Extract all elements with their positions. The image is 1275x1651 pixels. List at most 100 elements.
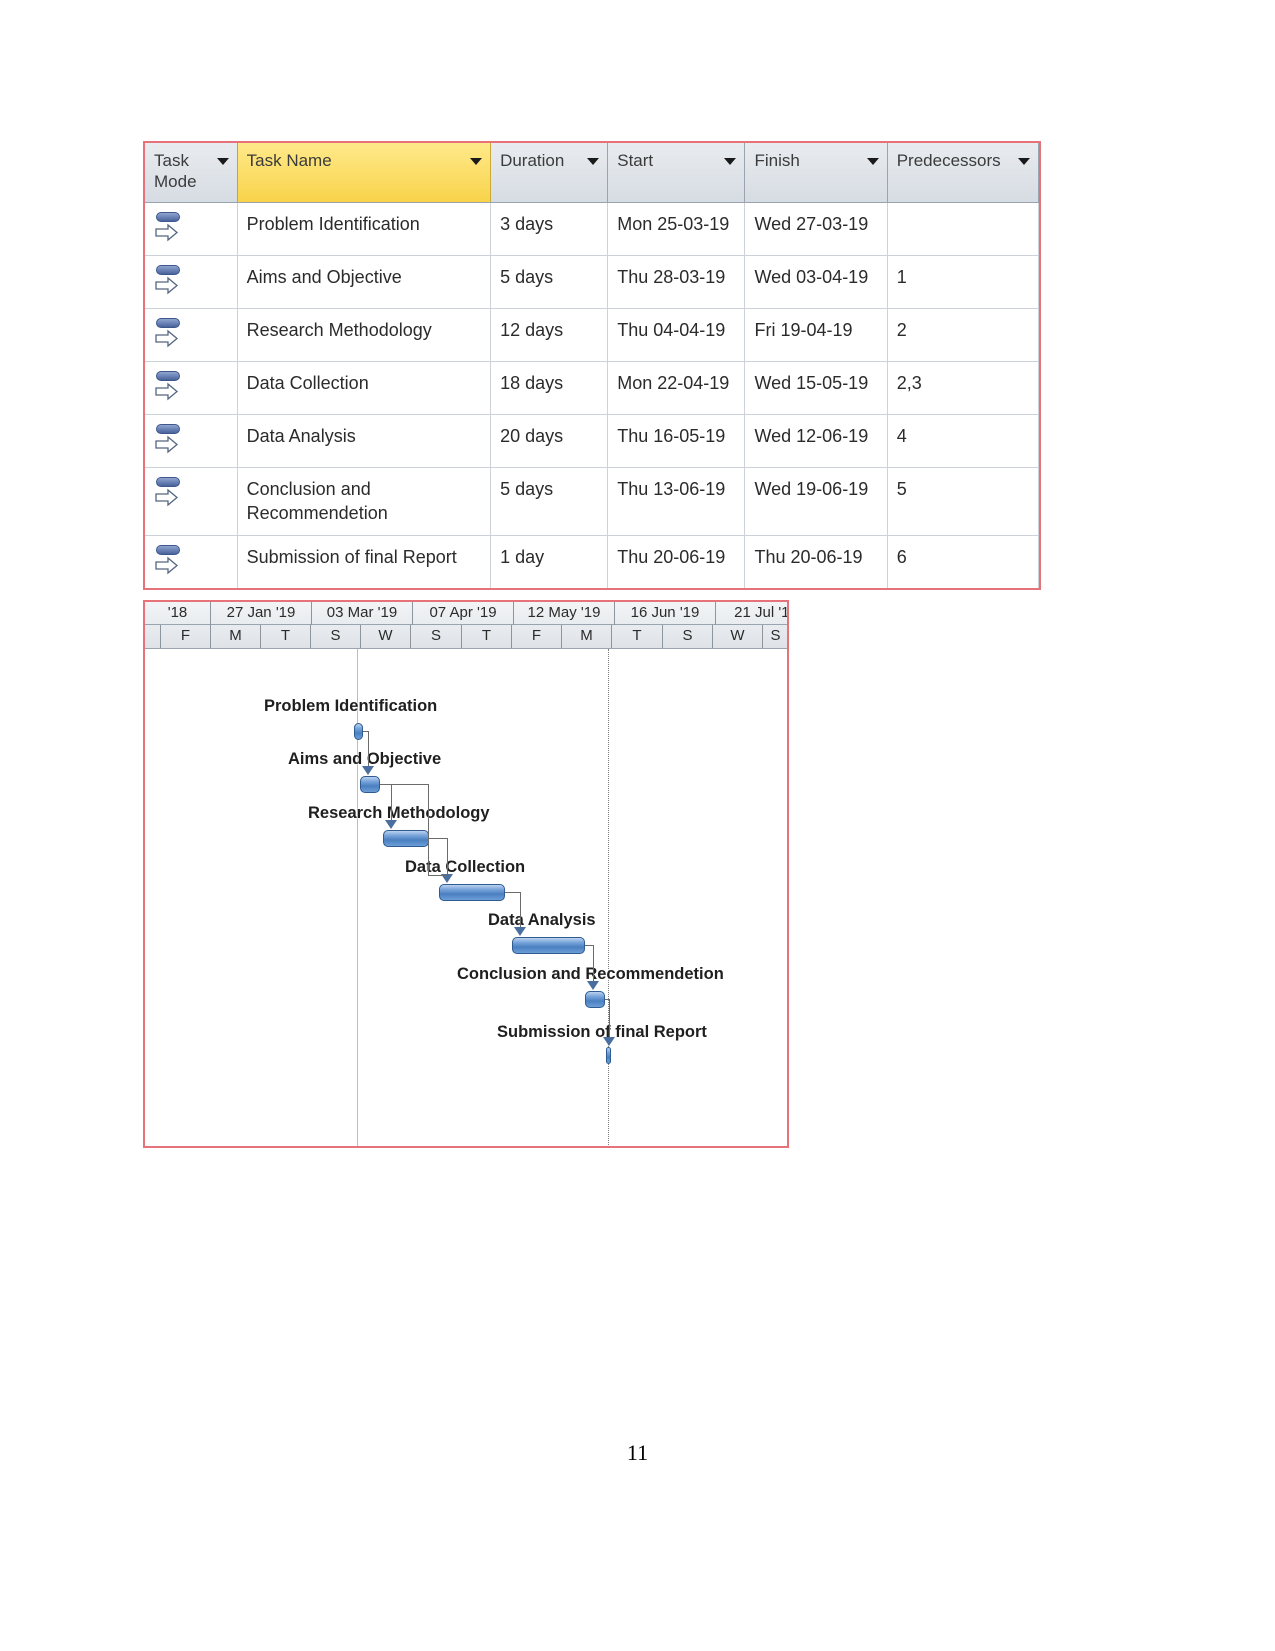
column-header-task-name[interactable]: Task Name [236, 143, 492, 203]
gantt-dependency-link [380, 784, 428, 785]
cell-finish[interactable]: Wed 27-03-19 [744, 202, 888, 256]
cell-finish[interactable]: Wed 19-06-19 [744, 467, 888, 536]
table-row[interactable]: Conclusion and Recommendetion 5 days Thu 1… [145, 467, 1040, 536]
gantt-task-bar[interactable] [360, 776, 380, 793]
cell-duration[interactable]: 5 days [490, 255, 609, 309]
cell-predecessors[interactable]: 4 [887, 414, 1040, 468]
cell-task-name[interactable]: Submission of final Report [237, 535, 492, 589]
gantt-dependency-link [608, 999, 610, 1038]
cell-predecessors[interactable]: 1 [887, 255, 1040, 309]
gantt-dependency-arrow-icon [385, 820, 397, 829]
timeline-day-cell: T [612, 625, 663, 648]
cell-start[interactable]: Thu 13-06-19 [607, 467, 746, 536]
gantt-task-bar[interactable] [606, 1047, 611, 1064]
auto-schedule-bar-icon [156, 265, 180, 275]
cell-duration[interactable]: 3 days [490, 202, 609, 256]
gantt-dependency-link [368, 731, 369, 767]
auto-schedule-bar-icon [156, 477, 180, 487]
table-row[interactable]: Problem Identification 3 days Mon 25-03-19… [145, 202, 1040, 256]
cell-finish[interactable]: Wed 03-04-19 [744, 255, 888, 309]
gantt-dependency-arrow-icon [602, 1037, 615, 1046]
column-header-start[interactable]: Start [607, 143, 746, 203]
auto-schedule-icon [154, 212, 188, 244]
cell-duration[interactable]: 18 days [490, 361, 609, 415]
filter-chevron-down-icon[interactable] [724, 158, 737, 165]
auto-schedule-bar-icon [156, 544, 180, 555]
column-header-duration[interactable]: Duration [490, 143, 609, 203]
cell-predecessors[interactable]: 5 [887, 467, 1040, 536]
cell-task-mode[interactable] [145, 535, 238, 589]
timeline-month-cell: 21 Jul '19 [716, 602, 787, 625]
column-header-finish[interactable]: Finish [744, 143, 888, 203]
cell-start[interactable]: Thu 20-06-19 [607, 535, 746, 589]
cell-start[interactable]: Thu 04-04-19 [607, 308, 746, 362]
timeline-day-cell: S [411, 625, 462, 648]
cell-start[interactable]: Thu 16-05-19 [607, 414, 746, 468]
gantt-task-bar[interactable] [439, 884, 505, 901]
cell-start[interactable]: Mon 22-04-19 [607, 361, 746, 415]
timeline-day-cell: W [361, 625, 411, 648]
filter-chevron-down-icon[interactable] [216, 158, 229, 165]
table-row[interactable]: Aims and Objective 5 days Thu 28-03-19 Wed … [145, 255, 1040, 309]
timeline-month-cell: 12 May '19 [514, 602, 615, 625]
gantt-bar-label: Problem Identification [264, 697, 438, 715]
filter-chevron-down-icon[interactable] [1018, 158, 1030, 165]
gantt-dependency-link [429, 838, 447, 839]
gantt-task-bar[interactable] [383, 830, 429, 847]
cell-task-name[interactable]: Data Analysis [237, 414, 492, 468]
cell-task-name[interactable]: Data Collection [237, 361, 492, 415]
auto-schedule-arrow-icon [155, 329, 185, 355]
auto-schedule-arrow-icon [155, 223, 185, 249]
column-header-predecessors-label: Predecessors [896, 151, 1001, 170]
gantt-chart-body: Problem Identification Aims and Objective… [145, 649, 787, 1146]
cell-task-mode[interactable] [145, 308, 238, 362]
cell-task-name[interactable]: Research Methodology [237, 308, 492, 362]
page-number: 11 [626, 1440, 649, 1465]
column-header-task-mode[interactable]: Task Mode [145, 143, 238, 203]
gantt-dependency-link [520, 892, 521, 928]
cell-task-mode[interactable] [145, 255, 238, 309]
timeline-month-cell: 27 Jan '19 [211, 602, 312, 625]
cell-duration[interactable]: 20 days [490, 414, 609, 468]
cell-duration[interactable]: 5 days [490, 467, 609, 536]
cell-duration[interactable]: 1 day [490, 535, 609, 589]
table-row[interactable]: Research Methodology 12 days Thu 04-04-19 F… [145, 308, 1040, 362]
gantt-today-line [608, 649, 609, 1146]
column-header-predecessors[interactable]: Predecessors [887, 143, 1040, 203]
gantt-task-bar[interactable] [585, 991, 605, 1008]
auto-schedule-bar-icon [156, 212, 180, 222]
cell-finish[interactable]: Wed 12-06-19 [744, 414, 888, 468]
cell-task-mode[interactable] [145, 414, 238, 468]
cell-start[interactable]: Thu 28-03-19 [607, 255, 746, 309]
auto-schedule-arrow-icon [155, 556, 185, 582]
auto-schedule-icon [154, 544, 188, 577]
cell-finish[interactable]: Wed 15-05-19 [744, 361, 888, 415]
cell-duration[interactable]: 12 days [490, 308, 609, 362]
cell-task-name[interactable]: Problem Identification [237, 202, 492, 256]
cell-finish[interactable]: Fri 19-04-19 [744, 308, 888, 362]
cell-task-name[interactable]: Conclusion and Recommendetion [237, 467, 492, 536]
cell-predecessors[interactable] [887, 202, 1040, 256]
table-row[interactable]: Data Analysis 20 days Thu 16-05-19 Wed 12-0… [145, 414, 1040, 468]
cell-predecessors[interactable]: 2,3 [887, 361, 1040, 415]
filter-chevron-down-icon[interactable] [866, 158, 879, 165]
cell-task-mode[interactable] [145, 467, 238, 536]
cell-predecessors[interactable]: 6 [887, 535, 1040, 589]
cell-task-mode[interactable] [145, 202, 238, 256]
cell-task-name[interactable]: Aims and Objective [237, 255, 492, 309]
filter-chevron-down-icon[interactable] [587, 158, 600, 165]
cell-task-mode[interactable] [145, 361, 238, 415]
gantt-task-bar[interactable] [512, 937, 585, 954]
auto-schedule-arrow-icon [155, 276, 185, 302]
auto-schedule-icon [154, 318, 188, 350]
table-row[interactable]: Data Collection 18 days Mon 22-04-19 Wed 15… [145, 361, 1040, 415]
auto-schedule-arrow-icon [155, 488, 185, 514]
cell-finish[interactable]: Thu 20-06-19 [744, 535, 888, 589]
gantt-task-bar[interactable] [354, 723, 363, 740]
auto-schedule-icon [154, 265, 188, 297]
cell-start[interactable]: Mon 25-03-19 [607, 202, 746, 256]
table-row[interactable]: Submission of final Report 1 day Thu 20-06… [145, 535, 1040, 589]
cell-predecessors[interactable]: 2 [887, 308, 1040, 362]
filter-chevron-down-icon[interactable] [470, 158, 483, 165]
gantt-timeline-header: '18 27 Jan '19 03 Mar '19 07 Apr '19 12 May … [145, 602, 787, 649]
